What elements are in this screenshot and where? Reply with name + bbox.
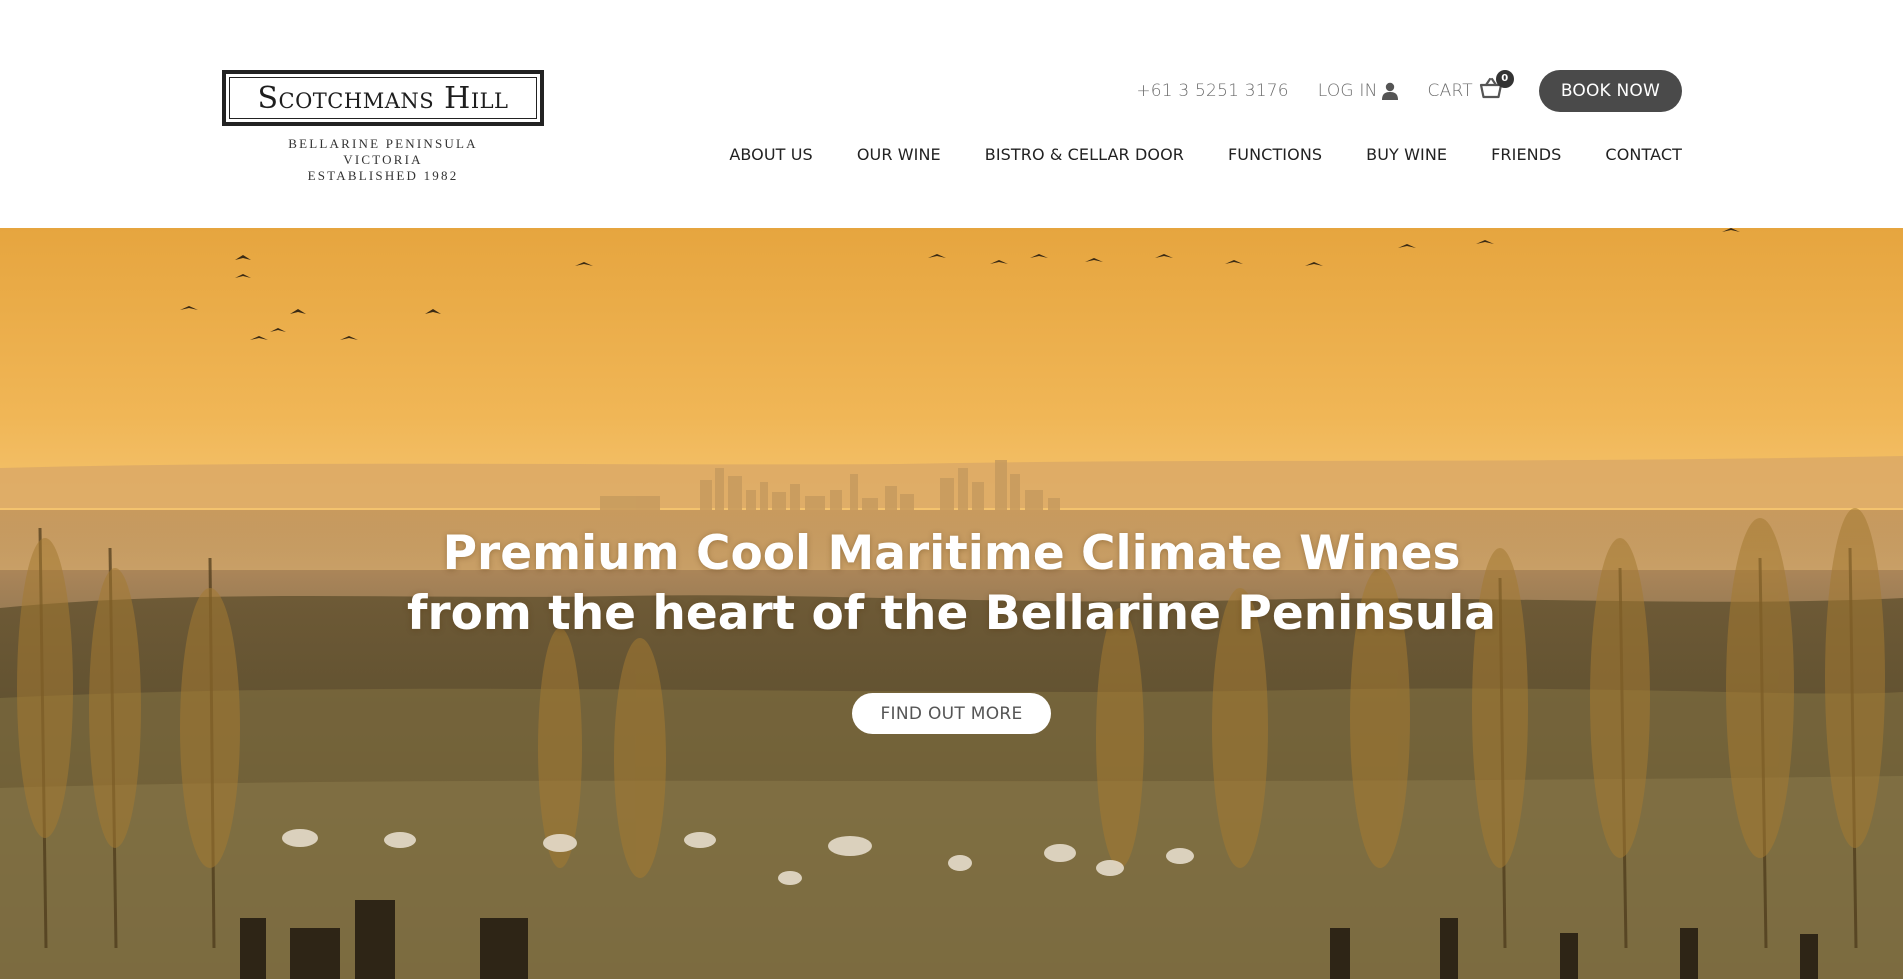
main-nav: ABOUT US OUR WINE BISTRO & CELLAR DOOR F… xyxy=(729,145,1682,164)
logo-wordmark: Scotchmans Hill xyxy=(229,77,537,119)
hero-heading: Premium Cool Maritime Climate Wines from… xyxy=(0,524,1903,644)
nav-item-contact[interactable]: CONTACT xyxy=(1605,145,1682,164)
find-out-more-button[interactable]: FIND OUT MORE xyxy=(852,693,1051,734)
nav-item-friends[interactable]: FRIENDS xyxy=(1491,145,1561,164)
logo-tagline-line: ESTABLISHED 1982 xyxy=(307,168,459,183)
nav-item-buy-wine[interactable]: BUY WINE xyxy=(1366,145,1447,164)
logo-tagline: BELLARINE PENINSULA VICTORIA ESTABLISHED… xyxy=(222,136,544,184)
nav-item-bistro-cellar-door[interactable]: BISTRO & CELLAR DOOR xyxy=(985,145,1184,164)
site-header: Scotchmans Hill BELLARINE PENINSULA VICT… xyxy=(0,0,1903,228)
book-now-button[interactable]: BOOK NOW xyxy=(1538,70,1682,112)
phone-link[interactable]: +61 3 5251 3176 xyxy=(1136,81,1288,101)
nav-item-our-wine[interactable]: OUR WINE xyxy=(857,145,941,164)
utility-bar: +61 3 5251 3176 LOG IN CART 0 BOOK NOW xyxy=(1136,70,1682,112)
cart-link[interactable]: CART 0 xyxy=(1427,70,1514,102)
nav-item-about-us[interactable]: ABOUT US xyxy=(729,145,812,164)
hero-heading-line-1: Premium Cool Maritime Climate Wines xyxy=(442,526,1461,581)
logo-tagline-line: VICTORIA xyxy=(343,152,423,167)
cart-count-badge: 0 xyxy=(1495,70,1514,88)
user-icon xyxy=(1381,82,1399,100)
logo-tagline-line: BELLARINE PENINSULA xyxy=(288,136,478,151)
hero-banner: Premium Cool Maritime Climate Wines from… xyxy=(0,228,1903,979)
cart-label: CART xyxy=(1427,81,1473,101)
hero-heading-line-2: from the heart of the Bellarine Peninsul… xyxy=(407,586,1496,641)
basket-icon: 0 xyxy=(1479,70,1514,99)
brand-logo[interactable]: Scotchmans Hill BELLARINE PENINSULA VICT… xyxy=(222,70,544,184)
login-label: LOG IN xyxy=(1317,81,1378,101)
nav-item-functions[interactable]: FUNCTIONS xyxy=(1228,145,1322,164)
login-link[interactable]: LOG IN xyxy=(1318,81,1399,101)
logo-frame: Scotchmans Hill xyxy=(222,70,544,126)
